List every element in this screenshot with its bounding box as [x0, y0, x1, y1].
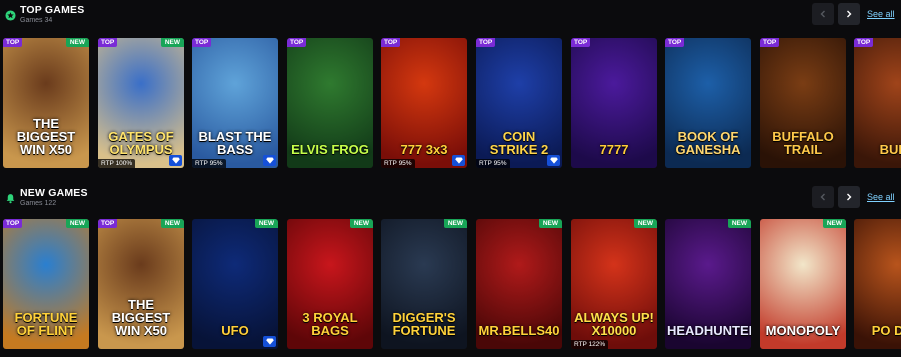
- diamond-icon: [169, 155, 182, 166]
- diamond-icon: [452, 155, 465, 166]
- game-tile[interactable]: MR.BELLS40 NEW: [476, 219, 562, 349]
- game-tile[interactable]: 7777 TOP: [571, 38, 657, 168]
- games-carousel: FORTUNE OF FLINT TOP NEW THE BIGGEST WIN X5…: [3, 219, 901, 349]
- section-game-count: Games 122: [20, 200, 57, 207]
- rtp-badge: RTP 122%: [571, 340, 609, 349]
- new-badge: NEW: [349, 219, 373, 228]
- new-badge: NEW: [633, 219, 657, 228]
- see-all-link[interactable]: See all: [867, 192, 895, 202]
- chevron-right-icon: [847, 10, 852, 18]
- game-tile[interactable]: MONOPOLY NEW: [760, 219, 846, 349]
- top-badge: TOP: [98, 219, 118, 228]
- section-title: NEW GAMES: [20, 187, 88, 199]
- game-tile[interactable]: COIN STRIKE 2 TOP RTP 95%: [476, 38, 562, 168]
- game-tile[interactable]: GATES OF OLYMPUS TOP NEW RTP 100%: [98, 38, 184, 168]
- game-tile[interactable]: ELVIS FROG TOP: [287, 38, 373, 168]
- game-tile[interactable]: HEADHUNTER NEW: [665, 219, 751, 349]
- game-logo-text: ELVIS FROG: [291, 142, 369, 157]
- top-badge: TOP: [571, 38, 591, 47]
- new-badge: NEW: [65, 219, 89, 228]
- new-badge: NEW: [443, 219, 467, 228]
- game-logo-text: HEADHUNTER: [667, 323, 751, 338]
- chevron-right-icon: [847, 193, 852, 201]
- new-badge: NEW: [160, 38, 184, 47]
- new-badge: NEW: [727, 219, 751, 228]
- game-tile[interactable]: 777 3x3 TOP RTP 95%: [381, 38, 467, 168]
- top-badge: TOP: [476, 38, 496, 47]
- game-tile[interactable]: THE BIGGEST WIN X50 TOP NEW: [98, 219, 184, 349]
- game-tile[interactable]: BLAST THE BASS TOP RTP 95%: [192, 38, 278, 168]
- top-badge: TOP: [665, 38, 685, 47]
- game-tile[interactable]: BUFF TOP: [854, 38, 901, 168]
- diamond-icon: [263, 155, 276, 166]
- new-badge: NEW: [160, 219, 184, 228]
- game-logo-text: 7777: [599, 142, 629, 157]
- game-tile[interactable]: 3 ROYAL BAGS NEW: [287, 219, 373, 349]
- next-button[interactable]: [838, 3, 860, 25]
- section-header: NEW GAMES Games 122 See all: [0, 183, 901, 219]
- game-tile[interactable]: THE BIGGEST WIN X50 TOP NEW: [3, 38, 89, 168]
- new-badge: NEW: [254, 219, 278, 228]
- rtp-badge: RTP 100%: [98, 159, 136, 168]
- game-logo-text: COIN STRIKE 2: [489, 129, 549, 157]
- game-tile[interactable]: UFO NEW: [192, 219, 278, 349]
- game-logo-text: THE BIGGEST WIN X50: [16, 116, 76, 157]
- game-logo-text: BLAST THE BASS: [198, 129, 272, 157]
- section-game-count: Games 34: [20, 17, 53, 24]
- star-badge-icon: [5, 10, 16, 21]
- top-badge: TOP: [192, 38, 212, 47]
- rtp-badge: RTP 95%: [476, 159, 510, 168]
- game-logo-text: BUFF: [879, 142, 901, 157]
- chevron-left-icon: [820, 193, 825, 201]
- game-logo-text: BOOK OF GANESHA: [675, 129, 741, 157]
- game-logo-text: FORTUNE OF FLINT: [14, 310, 78, 338]
- diamond-icon: [263, 336, 276, 347]
- top-badge: TOP: [3, 219, 23, 228]
- rtp-badge: RTP 95%: [381, 159, 415, 168]
- game-tile[interactable]: FORTUNE OF FLINT TOP NEW: [3, 219, 89, 349]
- game-logo-text: MONOPOLY: [765, 323, 841, 338]
- new-games-section: NEW GAMES Games 122 See all FORTUNE OF F…: [0, 183, 901, 349]
- previous-button[interactable]: [812, 3, 834, 25]
- previous-button[interactable]: [812, 186, 834, 208]
- new-badge: NEW: [822, 219, 846, 228]
- top-badge: TOP: [287, 38, 307, 47]
- game-logo-text: DIGGER'S FORTUNE: [392, 310, 456, 338]
- top-badge: TOP: [98, 38, 118, 47]
- top-badge: TOP: [3, 38, 23, 47]
- top-badge: TOP: [854, 38, 874, 47]
- game-tile[interactable]: DIGGER'S FORTUNE NEW: [381, 219, 467, 349]
- game-tile[interactable]: BOOK OF GANESHA TOP: [665, 38, 751, 168]
- next-button[interactable]: [838, 186, 860, 208]
- bell-icon: [6, 194, 15, 204]
- game-tile[interactable]: BUFFALO TRAIL TOP: [760, 38, 846, 168]
- chevron-left-icon: [820, 10, 825, 18]
- game-logo-text: BUFFALO TRAIL: [772, 129, 834, 157]
- top-badge: TOP: [381, 38, 401, 47]
- games-carousel: THE BIGGEST WIN X50 TOP NEW GATES OF OLYMPU…: [3, 38, 901, 168]
- game-logo-text: 3 ROYAL BAGS: [302, 310, 358, 338]
- game-tile[interactable]: ALWAYS UP! X10000 NEW RTP 122%: [571, 219, 657, 349]
- rtp-badge: RTP 95%: [192, 159, 226, 168]
- see-all-link[interactable]: See all: [867, 9, 895, 19]
- game-logo-text: MR.BELLS40: [478, 323, 560, 338]
- game-logo-text: GATES OF OLYMPUS: [108, 129, 174, 157]
- new-badge: NEW: [65, 38, 89, 47]
- game-logo-text: PO DRA: [871, 323, 901, 338]
- diamond-icon: [547, 155, 560, 166]
- section-title: TOP GAMES: [20, 4, 85, 16]
- section-header: TOP GAMES Games 34 See all: [0, 0, 901, 36]
- game-logo-text: ALWAYS UP! X10000: [574, 310, 654, 338]
- new-badge: NEW: [538, 219, 562, 228]
- top-games-section: TOP GAMES Games 34 See all THE BIGGEST W…: [0, 0, 901, 168]
- game-tile[interactable]: PO DRANEW: [854, 219, 901, 349]
- game-logo-text: THE BIGGEST WIN X50: [111, 297, 171, 338]
- top-badge: TOP: [760, 38, 780, 47]
